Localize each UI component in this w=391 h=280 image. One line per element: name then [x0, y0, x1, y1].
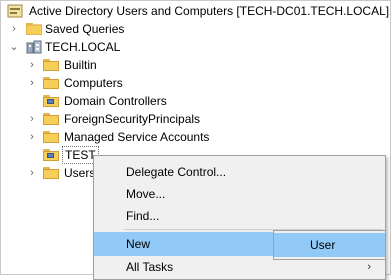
tree-item-label: Saved Queries — [45, 22, 125, 36]
ad-root-icon — [7, 4, 23, 18]
expand-chevron-icon[interactable]: › — [27, 164, 37, 182]
folder-icon — [43, 167, 59, 179]
folder-icon — [43, 77, 59, 89]
folder-icon — [43, 113, 59, 125]
tree-item-label: Builtin — [64, 58, 97, 72]
menu-item-label: New — [126, 237, 151, 251]
folder-icon — [43, 59, 59, 71]
menu-item-label: All Tasks — [126, 260, 174, 274]
tree-item-foreign-security-principals[interactable]: › ForeignSecurityPrincipals — [1, 110, 391, 128]
submenu-item-user[interactable]: User — [274, 233, 385, 257]
tree-item-domain-controllers[interactable]: Domain Controllers — [1, 92, 391, 110]
tree-item-computers[interactable]: › Computers — [1, 74, 391, 92]
tree-item-managed-service-accounts[interactable]: › Managed Service Accounts — [1, 128, 391, 146]
tree-item-label: ForeignSecurityPrincipals — [64, 112, 201, 126]
new-submenu: User — [273, 230, 386, 260]
menu-item-label: Move... — [126, 187, 166, 201]
ou-icon — [43, 149, 59, 161]
menu-item-label: Find... — [126, 209, 160, 223]
expand-chevron-icon[interactable]: › — [27, 110, 37, 128]
window-title: Active Directory Users and Computers [TE… — [29, 4, 390, 18]
tree-item-label: Computers — [64, 76, 123, 90]
menu-item-move[interactable]: Move... — [94, 182, 385, 206]
menu-item-delegate-control[interactable]: Delegate Control... — [94, 160, 385, 184]
tree-item-label: Users — [64, 166, 96, 180]
tree-item-builtin[interactable]: › Builtin — [1, 56, 391, 74]
tree-item-domain[interactable]: ⌄ TECH.LOCAL — [1, 38, 391, 56]
collapse-chevron-icon[interactable]: ⌄ — [9, 38, 19, 56]
folder-icon — [43, 131, 59, 143]
menu-item-find[interactable]: Find... — [94, 204, 385, 228]
tree-item-label: Managed Service Accounts — [64, 130, 210, 144]
ou-icon — [43, 95, 59, 107]
tree-root-row[interactable]: Active Directory Users and Computers [TE… — [7, 2, 390, 20]
tree-item-saved-queries[interactable]: › Saved Queries — [1, 20, 391, 38]
tree-item-label: Domain Controllers — [64, 94, 167, 108]
domain-icon — [26, 40, 42, 54]
tree-item-label: TECH.LOCAL — [45, 40, 121, 54]
expand-chevron-icon[interactable]: › — [27, 74, 37, 92]
expand-chevron-icon[interactable]: › — [27, 128, 37, 146]
saved-queries-folder-icon — [25, 22, 43, 36]
expand-chevron-icon[interactable]: › — [27, 56, 37, 74]
submenu-item-label: User — [310, 238, 336, 252]
context-menu: Delegate Control... Move... Find... New … — [93, 155, 386, 280]
menu-item-label: Delegate Control... — [126, 165, 227, 179]
expand-chevron-icon[interactable]: › — [9, 20, 19, 38]
